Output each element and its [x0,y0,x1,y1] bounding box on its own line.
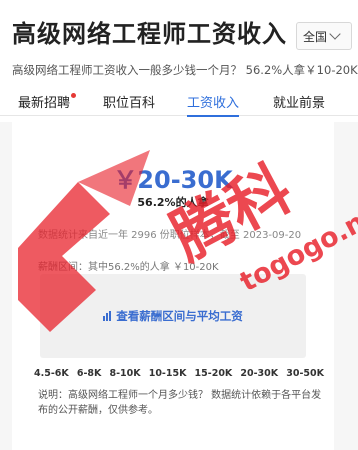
salary-card: ￥20-30K 56.2%的人拿 数据统计来自近一年 2996 份职位样本，截至… [12,122,334,450]
salary-panel: ￥20-30K 56.2%的人拿 数据统计来自近一年 2996 份职位样本，截至… [0,122,358,450]
page-title: 高级网络工程师工资收入 [12,20,287,48]
tab-salary[interactable]: 工资收入 [187,92,240,117]
tab-label: 最新招聘 [18,96,71,111]
salary-range: ￥20-30K [113,166,233,194]
chevron-down-icon [329,28,341,40]
salary-bucket: 15-20K [194,368,233,379]
salary-share: 56.2%的人拿 [137,196,209,209]
page-subtitle: 高级网络工程师工资收入一般多少钱一个月？ 56.2%人拿￥10-20K，20 [12,63,358,77]
tab-bar: 最新招聘 职位百科 工资收入 就业前景 [0,88,358,117]
view-salary-button[interactable]: 查看薪酬区间与平均工资 [103,308,243,324]
view-salary-label: 查看薪酬区间与平均工资 [116,309,243,323]
page-header: 高级网络工程师工资收入 全国 高级网络工程师工资收入一般多少钱一个月？ 56.2… [0,0,358,88]
salary-bucket: 6-8K [76,368,102,379]
bar-chart-icon [103,311,112,321]
tab-job-wiki[interactable]: 职位百科 [103,92,155,116]
salary-bucket: 10-15K [148,368,187,379]
region-select[interactable]: 全国 [296,22,352,50]
tab-label: 就业前景 [273,96,326,111]
salary-range-line: 薪酬区间：其中56.2%的人拿 ￥10-20K [38,262,219,273]
tab-latest-jobs[interactable]: 最新招聘 [18,92,77,116]
sample-stat: 数据统计来自近一年 2996 份职位样本，截至 2023-09-20 [38,230,302,241]
salary-bucket: 20-30K [240,368,279,379]
tab-label: 工资收入 [187,96,240,111]
salary-bucket: 30-50K [286,368,324,379]
region-select-value: 全国 [303,29,328,44]
salary-bucket: 8-10K [109,368,141,379]
salary-chart-placeholder[interactable]: 查看薪酬区间与平均工资 [40,274,306,358]
notification-dot [71,93,77,98]
salary-bucket: 4.5-6K [34,368,69,379]
salary-buckets: 4.5-6K 6-8K 8-10K 10-15K 15-20K 20-30K 3… [34,368,324,379]
tab-label: 职位百科 [103,96,156,111]
salary-note: 说明：高级网络工程师一个月多少钱？ 数据统计依赖于各平台发布的公开薪酬，仅供参考… [38,390,322,416]
tab-career-outlook[interactable]: 就业前景 [273,92,325,116]
